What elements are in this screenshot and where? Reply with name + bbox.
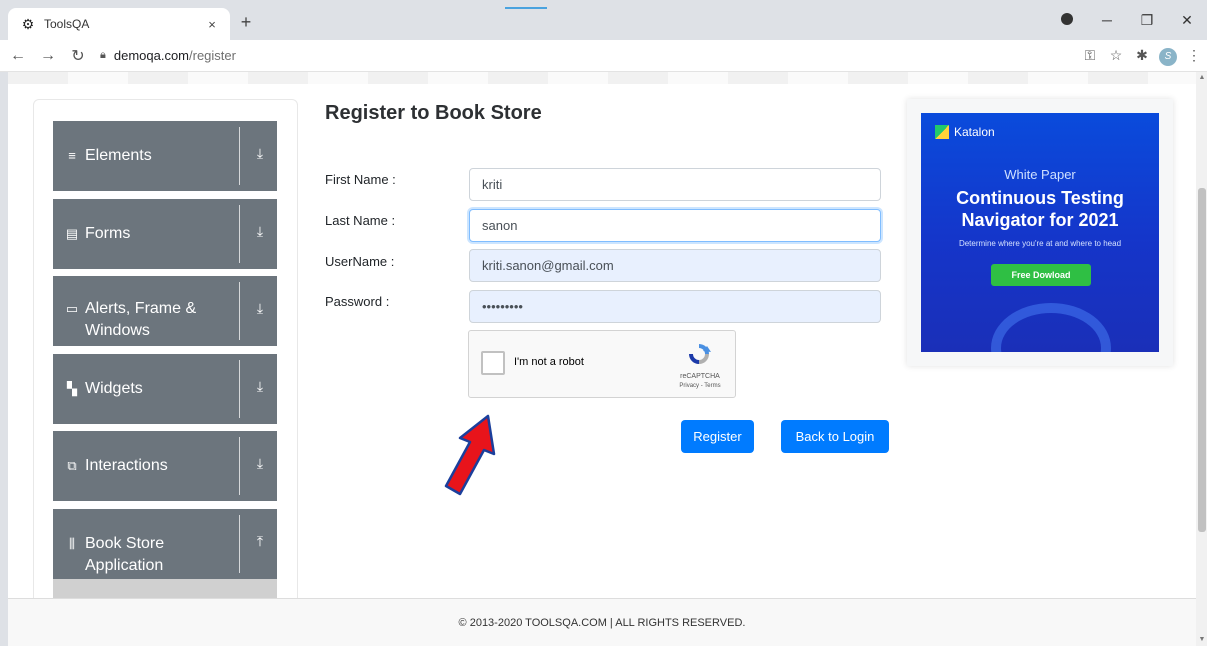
sidebar-group-label: Widgets xyxy=(85,380,143,397)
browser-toolbar: ← → ↻ 🔒︎ demoqa.com/register ⚿ ☆ ✱ S ⋮ xyxy=(0,40,1207,72)
close-tab-icon[interactable]: × xyxy=(204,17,220,32)
chevron-up-icon[interactable]: ⤒ xyxy=(252,533,268,550)
page-footer: © 2013-2020 TOOLSQA.COM | ALL RIGHTS RES… xyxy=(8,598,1196,646)
sidebar-group-label: Alerts, Frame & xyxy=(85,300,197,317)
sidebar-group-forms[interactable]: ▤ Forms ⤓ xyxy=(53,199,277,269)
browser-tab[interactable]: ⚙ ToolsQA × xyxy=(8,8,230,40)
ad-decoration xyxy=(991,303,1111,352)
restore-button[interactable]: ❐ xyxy=(1127,12,1167,29)
scroll-down-arrow-icon[interactable]: ▼ xyxy=(1198,636,1206,643)
menu-kebab-icon[interactable]: ⋮ xyxy=(1181,47,1207,64)
hamburger-icon: ≡ xyxy=(68,148,76,163)
back-to-login-button[interactable]: Back to Login xyxy=(781,420,889,453)
vertical-scrollbar[interactable]: ▲ ▼ xyxy=(1196,72,1207,646)
lock-icon: 🔒︎ xyxy=(100,49,106,61)
chevron-down-icon[interactable]: ⤓ xyxy=(252,223,268,240)
window-controls: ─ ❐ ✕ xyxy=(1047,0,1207,40)
divider xyxy=(239,205,240,263)
address-bar[interactable]: 🔒︎ demoqa.com/register xyxy=(100,43,1069,69)
ad-download-button[interactable]: Free Dowload xyxy=(991,264,1091,286)
chevron-down-icon[interactable]: ⤓ xyxy=(252,300,268,317)
sidebar-group-label: Interactions xyxy=(85,457,168,474)
divider xyxy=(239,282,240,340)
web-page: ≡ Elements ⤓ ▤ Forms ⤓ ▭ Alerts, Frame & Win… xyxy=(8,72,1196,646)
chevron-down-icon[interactable]: ⤓ xyxy=(252,378,268,395)
divider xyxy=(239,360,240,418)
window-icon: ▭ xyxy=(65,301,79,316)
register-button[interactable]: Register xyxy=(681,420,754,453)
sidebar-group-book-store[interactable]: ⫼ Book Store Application ⤒ xyxy=(53,509,277,579)
interactions-icon: ⧉ xyxy=(67,458,77,473)
tab-drag-indicator xyxy=(505,7,547,9)
sidebar-group-label-line2: Windows xyxy=(85,322,150,339)
chevron-down-icon[interactable]: ⤓ xyxy=(252,455,268,472)
forward-arrow-icon[interactable]: → xyxy=(36,47,60,65)
scroll-up-arrow-icon[interactable]: ▲ xyxy=(1198,74,1206,81)
minimize-button[interactable]: ─ xyxy=(1087,12,1127,28)
sidebar-group-elements[interactable]: ≡ Elements ⤓ xyxy=(53,121,277,191)
back-arrow-icon[interactable]: ← xyxy=(6,47,30,65)
katalon-k-icon xyxy=(935,125,949,139)
extensions-puzzle-icon[interactable]: ✱ xyxy=(1129,47,1155,64)
divider xyxy=(239,127,240,185)
close-window-button[interactable]: ✕ xyxy=(1167,12,1207,29)
sidebar-group-interactions[interactable]: ⧉ Interactions ⤓ xyxy=(53,431,277,501)
new-tab-button[interactable]: + xyxy=(238,12,254,32)
last-name-label: Last Name : xyxy=(325,213,396,228)
recaptcha-label: I'm not a robot xyxy=(514,356,584,368)
header-banner-strip xyxy=(8,72,1196,84)
profile-avatar[interactable]: S xyxy=(1155,46,1181,66)
divider xyxy=(239,515,240,573)
sidebar-group-label: Elements xyxy=(85,147,152,164)
recaptcha-checkbox[interactable] xyxy=(481,351,505,375)
sidebar-group-label: Forms xyxy=(85,225,131,242)
username-label: UserName : xyxy=(325,254,395,269)
left-panel: ≡ Elements ⤓ ▤ Forms ⤓ ▭ Alerts, Frame & Win… xyxy=(33,99,298,609)
sidebar-group-alerts[interactable]: ▭ Alerts, Frame & Windows ⤓ xyxy=(53,276,277,346)
document-icon: ▤ xyxy=(65,226,79,241)
ad-headline: Continuous Testing Navigator for 2021 xyxy=(956,188,1124,230)
username-input[interactable]: kriti.sanon@gmail.com xyxy=(469,249,881,282)
password-label: Password : xyxy=(325,294,390,309)
recaptcha-widget: I'm not a robot reCAPTCHA Privacy - Term… xyxy=(468,330,736,398)
url-path: /register xyxy=(189,48,236,63)
recaptcha-brand: reCAPTCHA xyxy=(680,373,720,380)
sidebar-group-widgets[interactable]: ▚ Widgets ⤓ xyxy=(53,354,277,424)
sidebar-group-label: Book Store xyxy=(85,535,165,552)
key-icon[interactable]: ⚿ xyxy=(1077,47,1103,64)
first-name-input[interactable]: kriti xyxy=(469,168,881,201)
katalon-logo: Katalon xyxy=(935,125,995,139)
divider xyxy=(239,437,240,495)
widgets-icon: ▚ xyxy=(67,381,77,396)
password-input[interactable]: ••••••••• xyxy=(469,290,881,323)
last-name-input[interactable]: sanon xyxy=(469,209,881,242)
browser-tab-strip: ⚙ ToolsQA × + ─ ❐ ✕ xyxy=(0,0,1207,40)
page-title: Register to Book Store xyxy=(325,102,542,124)
bookmark-star-icon[interactable]: ☆ xyxy=(1103,47,1129,64)
ad-subline: Determine where you're at and where to h… xyxy=(958,239,1122,248)
url-host: demoqa.com xyxy=(113,48,190,63)
chevron-down-icon[interactable]: ⤓ xyxy=(252,145,268,162)
reload-icon[interactable]: ↻ xyxy=(66,46,90,66)
scrollbar-thumb[interactable] xyxy=(1198,188,1206,532)
ad-kicker: White Paper xyxy=(1004,167,1076,182)
recording-icon[interactable] xyxy=(1047,12,1087,28)
tab-title: ToolsQA xyxy=(44,17,90,31)
books-icon: ⫼ xyxy=(69,536,75,551)
toolsqa-favicon-icon: ⚙ xyxy=(21,15,35,32)
recaptcha-links[interactable]: Privacy - Terms xyxy=(669,383,731,389)
recaptcha-logo-icon xyxy=(689,344,711,364)
ad-content: Katalon White Paper Continuous Testing Na… xyxy=(921,113,1159,352)
katalon-ad-banner[interactable]: Katalon White Paper Continuous Testing Na… xyxy=(907,99,1173,366)
first-name-label: First Name : xyxy=(325,172,396,187)
sidebar-group-label-line2: Application xyxy=(85,557,164,574)
red-arrow-annotation xyxy=(444,414,496,496)
